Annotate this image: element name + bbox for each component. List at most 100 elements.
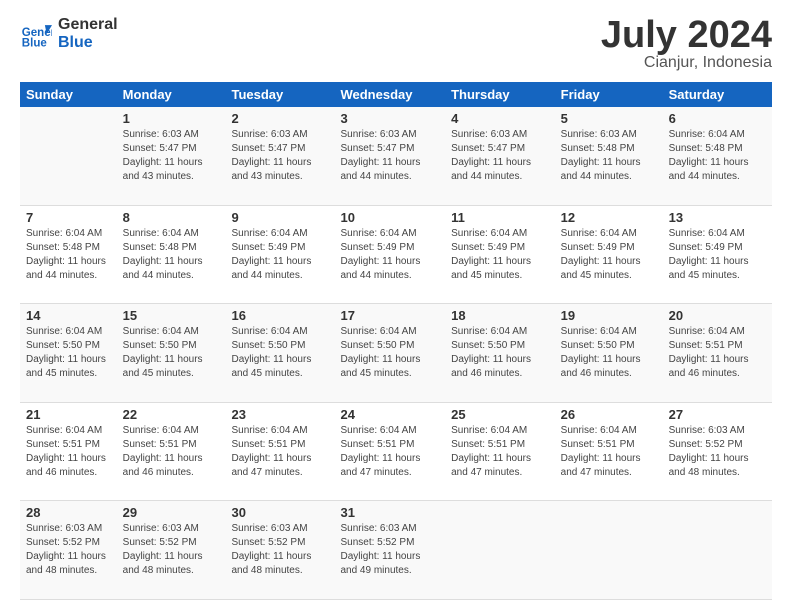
day-detail: Sunrise: 6:03 AM Sunset: 5:52 PM Dayligh…: [123, 522, 220, 578]
day-detail: Sunrise: 6:03 AM Sunset: 5:47 PM Dayligh…: [451, 128, 549, 184]
week-row-4: 21 Sunrise: 6:04 AM Sunset: 5:51 PM Dayli…: [20, 402, 772, 501]
day-cell: 20 Sunrise: 6:04 AM Sunset: 5:51 PM Dayli…: [663, 304, 772, 403]
header-row: Sunday Monday Tuesday Wednesday Thursday…: [20, 82, 772, 107]
day-detail: Sunrise: 6:04 AM Sunset: 5:50 PM Dayligh…: [561, 325, 657, 381]
day-number: 11: [451, 210, 549, 225]
day-number: 8: [123, 210, 220, 225]
title-block: July 2024 Cianjur, Indonesia: [601, 16, 772, 72]
page: General Blue General Blue July 2024 Cian…: [0, 0, 792, 612]
day-detail: Sunrise: 6:04 AM Sunset: 5:51 PM Dayligh…: [669, 325, 766, 381]
day-number: 20: [669, 308, 766, 323]
day-number: 15: [123, 308, 220, 323]
day-cell: 11 Sunrise: 6:04 AM Sunset: 5:49 PM Dayli…: [445, 205, 555, 304]
day-number: 13: [669, 210, 766, 225]
day-number: 26: [561, 407, 657, 422]
day-number: 21: [26, 407, 111, 422]
col-monday: Monday: [117, 82, 226, 107]
day-number: 27: [669, 407, 766, 422]
col-saturday: Saturday: [663, 82, 772, 107]
day-detail: Sunrise: 6:03 AM Sunset: 5:52 PM Dayligh…: [669, 424, 766, 480]
main-title: July 2024: [601, 16, 772, 54]
day-cell: 25Sunrise: 6:04 AM Sunset: 5:51 PM Dayli…: [445, 402, 555, 501]
logo-general: General: [58, 16, 118, 34]
day-number: 5: [561, 111, 657, 126]
col-sunday: Sunday: [20, 82, 117, 107]
day-cell: [555, 501, 663, 600]
day-number: 7: [26, 210, 111, 225]
day-detail: Sunrise: 6:04 AM Sunset: 5:50 PM Dayligh…: [451, 325, 549, 381]
day-detail: Sunrise: 6:04 AM Sunset: 5:49 PM Dayligh…: [669, 227, 766, 283]
day-cell: 13 Sunrise: 6:04 AM Sunset: 5:49 PM Dayli…: [663, 205, 772, 304]
day-cell: [445, 501, 555, 600]
day-number: 9: [231, 210, 328, 225]
day-cell: [663, 501, 772, 600]
day-number: 3: [340, 111, 439, 126]
day-number: 28: [26, 505, 111, 520]
day-cell: 26Sunrise: 6:04 AM Sunset: 5:51 PM Dayli…: [555, 402, 663, 501]
day-detail: Sunrise: 6:04 AM Sunset: 5:51 PM Dayligh…: [26, 424, 111, 480]
day-cell: 9Sunrise: 6:04 AM Sunset: 5:49 PM Daylig…: [225, 205, 334, 304]
day-detail: Sunrise: 6:03 AM Sunset: 5:48 PM Dayligh…: [561, 128, 657, 184]
calendar-body: 1 Sunrise: 6:03 AM Sunset: 5:47 PM Daylig…: [20, 107, 772, 600]
day-number: 14: [26, 308, 111, 323]
day-detail: Sunrise: 6:04 AM Sunset: 5:50 PM Dayligh…: [26, 325, 111, 381]
day-cell: 4 Sunrise: 6:03 AM Sunset: 5:47 PM Daylig…: [445, 107, 555, 205]
day-cell: 5 Sunrise: 6:03 AM Sunset: 5:48 PM Daylig…: [555, 107, 663, 205]
day-number: 23: [231, 407, 328, 422]
day-cell: 22Sunrise: 6:04 AM Sunset: 5:51 PM Dayli…: [117, 402, 226, 501]
day-detail: Sunrise: 6:03 AM Sunset: 5:52 PM Dayligh…: [231, 522, 328, 578]
header: General Blue General Blue July 2024 Cian…: [20, 16, 772, 72]
day-number: 24: [340, 407, 439, 422]
day-number: 4: [451, 111, 549, 126]
day-cell: 19 Sunrise: 6:04 AM Sunset: 5:50 PM Dayli…: [555, 304, 663, 403]
day-cell: 17 Sunrise: 6:04 AM Sunset: 5:50 PM Dayli…: [334, 304, 445, 403]
day-cell: 6 Sunrise: 6:04 AM Sunset: 5:48 PM Daylig…: [663, 107, 772, 205]
day-number: 31: [340, 505, 439, 520]
day-cell: 16Sunrise: 6:04 AM Sunset: 5:50 PM Dayli…: [225, 304, 334, 403]
day-number: 12: [561, 210, 657, 225]
day-cell: 8 Sunrise: 6:04 AM Sunset: 5:48 PM Daylig…: [117, 205, 226, 304]
day-detail: Sunrise: 6:04 AM Sunset: 5:49 PM Dayligh…: [340, 227, 439, 283]
day-number: 10: [340, 210, 439, 225]
col-thursday: Thursday: [445, 82, 555, 107]
day-cell: 24 Sunrise: 6:04 AM Sunset: 5:51 PM Dayli…: [334, 402, 445, 501]
day-detail: Sunrise: 6:04 AM Sunset: 5:48 PM Dayligh…: [669, 128, 766, 184]
day-number: 30: [231, 505, 328, 520]
day-number: 25: [451, 407, 549, 422]
day-cell: 14 Sunrise: 6:04 AM Sunset: 5:50 PM Dayli…: [20, 304, 117, 403]
day-number: 6: [669, 111, 766, 126]
day-cell: 28 Sunrise: 6:03 AM Sunset: 5:52 PM Dayli…: [20, 501, 117, 600]
day-cell: 12Sunrise: 6:04 AM Sunset: 5:49 PM Dayli…: [555, 205, 663, 304]
subtitle: Cianjur, Indonesia: [601, 54, 772, 72]
day-number: 1: [123, 111, 220, 126]
day-cell: 1 Sunrise: 6:03 AM Sunset: 5:47 PM Daylig…: [117, 107, 226, 205]
day-detail: Sunrise: 6:03 AM Sunset: 5:47 PM Dayligh…: [231, 128, 328, 184]
day-number: 18: [451, 308, 549, 323]
day-number: 16: [231, 308, 328, 323]
day-number: 29: [123, 505, 220, 520]
day-cell: 29 Sunrise: 6:03 AM Sunset: 5:52 PM Dayli…: [117, 501, 226, 600]
day-detail: Sunrise: 6:03 AM Sunset: 5:47 PM Dayligh…: [340, 128, 439, 184]
svg-text:Blue: Blue: [22, 38, 48, 50]
col-tuesday: Tuesday: [225, 82, 334, 107]
day-detail: Sunrise: 6:04 AM Sunset: 5:49 PM Dayligh…: [451, 227, 549, 283]
day-detail: Sunrise: 6:04 AM Sunset: 5:50 PM Dayligh…: [340, 325, 439, 381]
calendar-table: Sunday Monday Tuesday Wednesday Thursday…: [20, 82, 772, 600]
day-cell: 2Sunrise: 6:03 AM Sunset: 5:47 PM Daylig…: [225, 107, 334, 205]
day-detail: Sunrise: 6:04 AM Sunset: 5:48 PM Dayligh…: [123, 227, 220, 283]
logo-icon: General Blue: [20, 18, 52, 50]
day-detail: Sunrise: 6:03 AM Sunset: 5:52 PM Dayligh…: [26, 522, 111, 578]
week-row-5: 28 Sunrise: 6:03 AM Sunset: 5:52 PM Dayli…: [20, 501, 772, 600]
week-row-1: 1 Sunrise: 6:03 AM Sunset: 5:47 PM Daylig…: [20, 107, 772, 205]
col-wednesday: Wednesday: [334, 82, 445, 107]
day-detail: Sunrise: 6:04 AM Sunset: 5:51 PM Dayligh…: [340, 424, 439, 480]
week-row-3: 14 Sunrise: 6:04 AM Sunset: 5:50 PM Dayli…: [20, 304, 772, 403]
day-cell: 31Sunrise: 6:03 AM Sunset: 5:52 PM Dayli…: [334, 501, 445, 600]
col-friday: Friday: [555, 82, 663, 107]
day-number: 19: [561, 308, 657, 323]
day-cell: 30 Sunrise: 6:03 AM Sunset: 5:52 PM Dayli…: [225, 501, 334, 600]
day-detail: Sunrise: 6:03 AM Sunset: 5:47 PM Dayligh…: [123, 128, 220, 184]
day-number: 22: [123, 407, 220, 422]
week-row-2: 7 Sunrise: 6:04 AM Sunset: 5:48 PM Daylig…: [20, 205, 772, 304]
day-number: 17: [340, 308, 439, 323]
